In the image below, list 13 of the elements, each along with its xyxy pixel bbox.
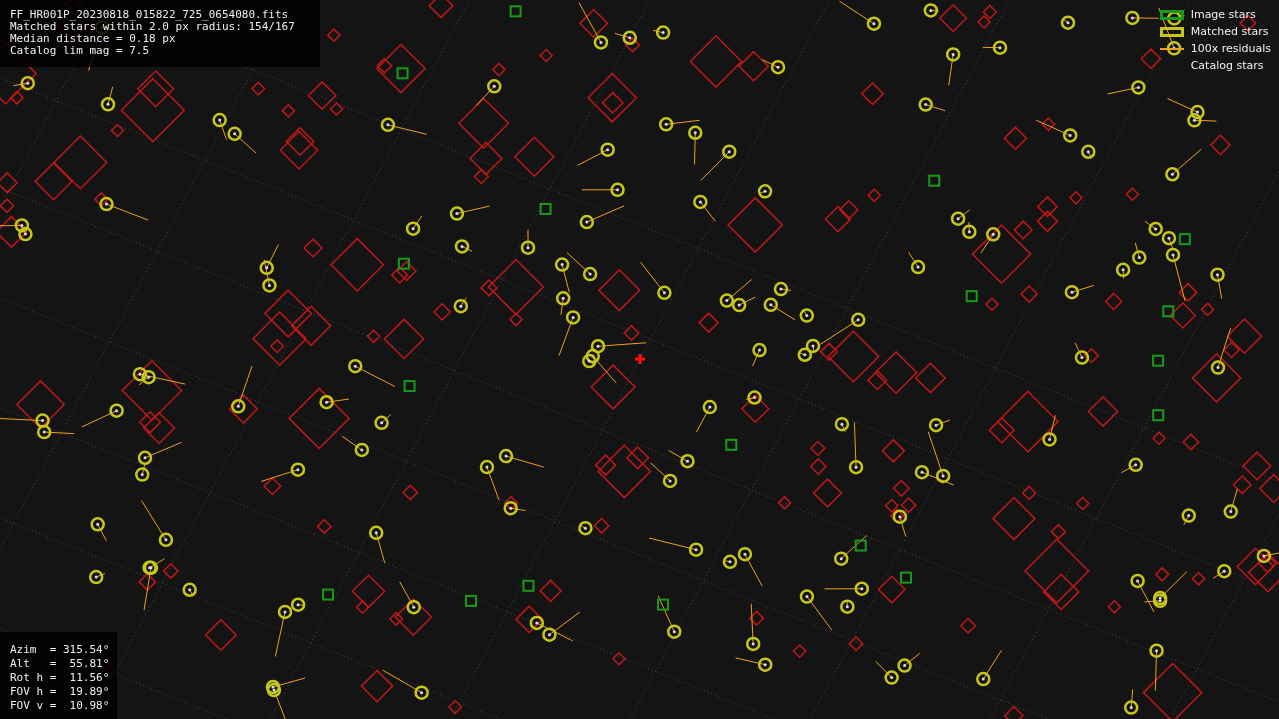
- info-text: Median distance = 0.18 px: [10, 33, 177, 45]
- legend-label: Matched stars: [1190, 25, 1269, 38]
- pointing-text: Rot h = 11.56°: [10, 671, 110, 685]
- legend-label: Catalog stars: [1190, 59, 1264, 72]
- info-text: FF_HR001P_20230818_015822_725_0654080.fits: [10, 9, 290, 21]
- legend-label: Image stars: [1190, 8, 1256, 21]
- pointing-text: FOV v = 10.98°: [10, 699, 110, 713]
- info-text: Catalog lim mag = 7.5: [10, 45, 151, 57]
- legend-label: 100x residuals: [1190, 42, 1271, 55]
- pointing-text: Azim = 315.54°: [10, 643, 110, 657]
- info-text: Matched stars within 2.0 px radius: 154/167: [10, 21, 296, 33]
- pointing-text: FOV h = 19.89°: [10, 685, 110, 699]
- pointing-text: Alt = 55.81°: [10, 657, 110, 671]
